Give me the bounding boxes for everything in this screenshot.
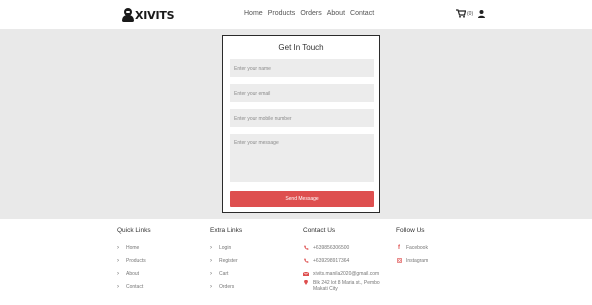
footer-link-login[interactable]: › Login	[210, 241, 242, 254]
message-textarea[interactable]: Enter your message	[230, 134, 374, 182]
footer-link-contact[interactable]: › Contact	[117, 280, 151, 293]
follow-title: Follow Us	[396, 227, 425, 234]
brand-mascot-icon	[122, 8, 134, 22]
footer-quick-links: Quick Links › Home › Products › About › Cont…	[117, 227, 151, 293]
quick-links-title: Quick Links	[117, 227, 151, 234]
footer-link-products[interactable]: › Products	[117, 254, 151, 267]
contact-phone-2[interactable]: +639298917364	[303, 254, 380, 267]
phone-icon	[303, 245, 309, 250]
nav-links: Home Products Orders About Contact	[244, 10, 379, 17]
brand-logo[interactable]: XIVITS	[122, 7, 175, 23]
name-input[interactable]: Enter your name	[230, 59, 374, 77]
extra-links-title: Extra Links	[210, 227, 243, 234]
footer-follow: Follow Us f Facebook Instagram	[396, 227, 428, 267]
map-marker-icon	[303, 280, 309, 285]
chevron-right-icon: ›	[210, 257, 212, 264]
navbar: XIVITS Home Products Orders About Contac…	[0, 0, 592, 29]
contact-form: Get In Touch Enter your name Enter your …	[222, 35, 380, 213]
nav-link-contact[interactable]: Contact	[350, 10, 374, 17]
footer-link-orders[interactable]: › Orders	[210, 280, 242, 293]
cart-button[interactable]: (0)	[456, 9, 473, 18]
cart-icon	[456, 9, 466, 18]
chevron-right-icon: ›	[210, 283, 212, 290]
chevron-right-icon: ›	[117, 244, 119, 251]
footer-link-about[interactable]: › About	[117, 267, 151, 280]
phone-icon	[303, 258, 309, 263]
contact-phone-1[interactable]: +639856306500	[303, 241, 380, 254]
chevron-right-icon: ›	[210, 270, 212, 277]
envelope-icon	[303, 271, 309, 276]
nav-link-products[interactable]: Products	[268, 10, 296, 17]
instagram-icon	[396, 258, 402, 263]
contact-email[interactable]: xivits.manila2020@gmail.com	[303, 267, 380, 280]
mobile-input[interactable]: Enter your mobile number	[230, 109, 374, 127]
send-message-button[interactable]: Send Message	[230, 191, 374, 207]
chevron-right-icon: ›	[210, 244, 212, 251]
email-input[interactable]: Enter your email	[230, 84, 374, 102]
footer-link-home[interactable]: › Home	[117, 241, 151, 254]
footer-extra-links: Extra Links › Login › Register › Cart › Orde…	[210, 227, 242, 293]
address-line-2: Makati City	[313, 286, 338, 292]
nav-link-home[interactable]: Home	[244, 10, 263, 17]
contact-title: Contact Us	[303, 227, 336, 234]
footer-contact: Contact Us +639856306500 +639298917364 x…	[303, 227, 380, 292]
contact-address: Blk 242 lot 8 Maria st., Pembo Makati Ci…	[303, 280, 380, 292]
chevron-right-icon: ›	[117, 283, 119, 290]
user-icon[interactable]	[478, 9, 486, 18]
nav-link-orders[interactable]: Orders	[300, 10, 321, 17]
form-title: Get In Touch	[278, 43, 324, 52]
chevron-right-icon: ›	[117, 257, 119, 264]
facebook-icon: f	[398, 244, 400, 251]
footer: Quick Links › Home › Products › About › Cont…	[0, 219, 592, 305]
brand-name: XIVITS	[135, 8, 175, 22]
cart-count: (0)	[467, 10, 474, 17]
chevron-right-icon: ›	[117, 270, 119, 277]
nav-link-about[interactable]: About	[327, 10, 345, 17]
footer-link-register[interactable]: › Register	[210, 254, 242, 267]
facebook-link[interactable]: f Facebook	[396, 241, 428, 254]
instagram-link[interactable]: Instagram	[396, 254, 428, 267]
footer-link-cart[interactable]: › Cart	[210, 267, 242, 280]
nav-actions: (0)	[456, 9, 486, 18]
